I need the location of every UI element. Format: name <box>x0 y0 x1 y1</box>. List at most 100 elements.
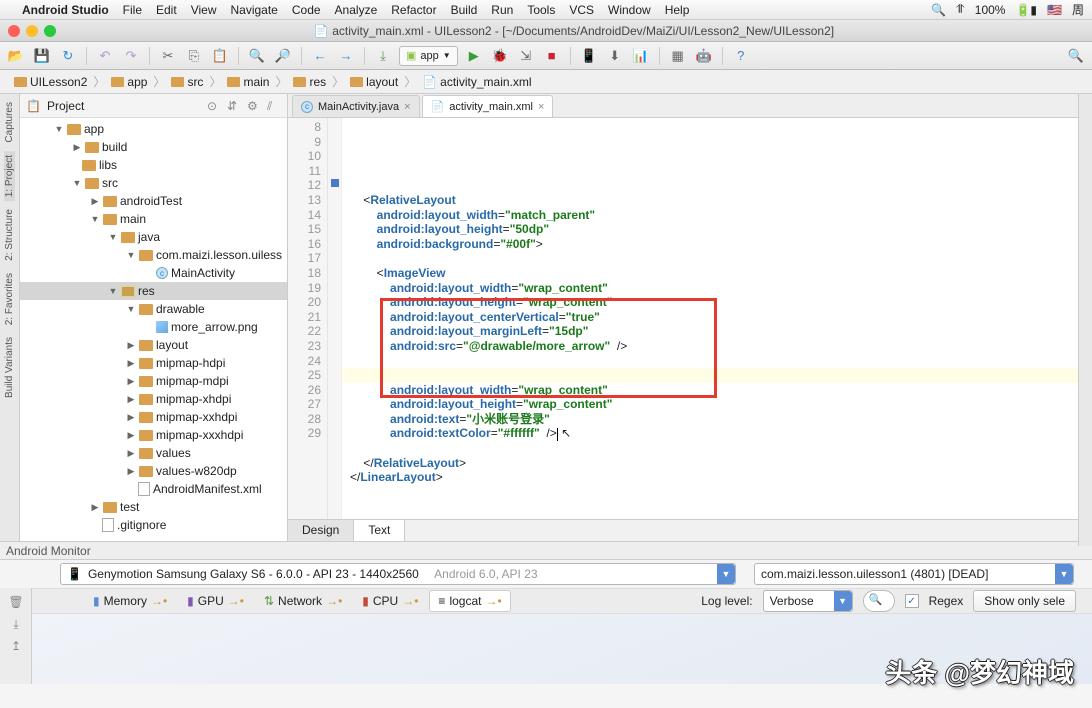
wifi-icon[interactable]: ⥣ <box>956 2 965 17</box>
bc-src[interactable]: src <box>165 75 209 89</box>
tree-more-arrow[interactable]: more_arrow.png <box>171 320 258 334</box>
tree-src[interactable]: src <box>102 176 118 190</box>
menu-tools[interactable]: Tools <box>527 3 555 17</box>
bc-app[interactable]: app <box>105 75 153 89</box>
tree-androidtest[interactable]: androidTest <box>120 194 182 208</box>
tree-mipmap-xhdpi[interactable]: mipmap-xhdpi <box>156 392 231 406</box>
search-icon[interactable]: 🔍 <box>931 3 946 17</box>
run-config-selector[interactable]: ▣ app ▼ <box>399 46 458 66</box>
tree-mainactivity[interactable]: MainActivity <box>171 266 235 280</box>
menu-analyze[interactable]: Analyze <box>335 3 378 17</box>
structure-icon[interactable]: ▦ <box>668 46 688 66</box>
tree-libs[interactable]: libs <box>99 158 117 172</box>
run-button[interactable]: ▶ <box>464 46 484 66</box>
menu-run[interactable]: Run <box>491 3 513 17</box>
tree-mipmap-xxxhdpi[interactable]: mipmap-xxxhdpi <box>156 428 243 442</box>
tree-drawable[interactable]: drawable <box>156 302 205 316</box>
stop-icon[interactable]: ■ <box>542 46 562 66</box>
tree-main[interactable]: main <box>120 212 146 226</box>
tab-text[interactable]: Text <box>354 520 405 541</box>
bc-root[interactable]: UILesson2 <box>8 75 93 89</box>
rail-captures[interactable]: Captures <box>4 98 15 147</box>
forward-icon[interactable]: → <box>336 46 356 66</box>
input-source-icon[interactable]: 🇺🇸 <box>1047 3 1062 17</box>
tree-mipmap-hdpi[interactable]: mipmap-hdpi <box>156 356 225 370</box>
menu-vcs[interactable]: VCS <box>569 3 594 17</box>
tab-mainactivity[interactable]: c MainActivity.java × <box>292 95 420 117</box>
make-icon[interactable]: ⤓ <box>373 46 393 66</box>
tab-cpu[interactable]: ▮CPU →• <box>353 590 427 612</box>
gear-icon[interactable]: ⚙ <box>247 99 261 113</box>
filter-selector[interactable]: Show only sele <box>973 590 1076 612</box>
bc-res[interactable]: res <box>287 75 332 89</box>
tab-memory[interactable]: ▮Memory →• <box>84 590 176 612</box>
cut-icon[interactable]: ✂ <box>158 46 178 66</box>
open-icon[interactable]: 📂 <box>6 46 26 66</box>
monitor-title[interactable]: Android Monitor <box>0 541 1092 560</box>
tree-gitignore[interactable]: .gitignore <box>117 518 166 532</box>
tree-mipmap-xxhdpi[interactable]: mipmap-xxhdpi <box>156 410 237 424</box>
menu-navigate[interactable]: Navigate <box>230 3 277 17</box>
tree-java[interactable]: java <box>138 230 160 244</box>
bc-main[interactable]: main <box>221 75 275 89</box>
rail-project[interactable]: 1: Project <box>4 151 15 201</box>
search-everywhere-icon[interactable]: 🔍 <box>1066 46 1086 66</box>
hide-panel-icon[interactable]: ⫽ <box>267 99 281 113</box>
find-icon[interactable]: 🔍 <box>247 46 267 66</box>
process-selector[interactable]: com.maizi.lesson.uilesson1 (4801) [DEAD]… <box>754 563 1074 585</box>
app-menu[interactable]: Android Studio <box>22 3 109 17</box>
minimize-window-button[interactable] <box>26 25 38 37</box>
collapse-icon[interactable]: ⇵ <box>227 99 241 113</box>
close-icon[interactable]: × <box>404 101 410 113</box>
menu-code[interactable]: Code <box>292 3 321 17</box>
tree-app[interactable]: app <box>84 122 104 136</box>
bc-layout[interactable]: layout <box>344 75 404 89</box>
tree-res[interactable]: res <box>138 284 155 298</box>
tree-manifest[interactable]: AndroidManifest.xml <box>153 482 262 496</box>
breakpoint-marker[interactable] <box>331 179 339 187</box>
scroll-end-icon[interactable]: ⤓ <box>8 616 24 632</box>
menu-edit[interactable]: Edit <box>156 3 177 17</box>
rail-favorites[interactable]: 2: Favorites <box>4 269 15 329</box>
device-selector[interactable]: 📱 Genymotion Samsung Galaxy S6 - 6.0.0 -… <box>60 563 736 585</box>
rail-structure[interactable]: 2: Structure <box>4 205 15 265</box>
wrap-icon[interactable]: ↥ <box>8 638 24 654</box>
bc-file[interactable]: 📄 activity_main.xml <box>416 75 537 89</box>
tab-design[interactable]: Design <box>288 520 354 541</box>
tree-build[interactable]: build <box>102 140 127 154</box>
paste-icon[interactable]: 📋 <box>210 46 230 66</box>
rail-build-variants[interactable]: Build Variants <box>4 333 15 402</box>
sdk-icon[interactable]: ⬇ <box>605 46 625 66</box>
tab-activity-main-xml[interactable]: 📄 activity_main.xml × <box>422 95 554 117</box>
tree-values-w820dp[interactable]: values-w820dp <box>156 464 237 478</box>
monitor-icon[interactable]: 📊 <box>631 46 651 66</box>
log-search-input[interactable] <box>863 590 895 612</box>
menu-build[interactable]: Build <box>451 3 478 17</box>
locate-icon[interactable]: ⊙ <box>207 99 221 113</box>
menu-help[interactable]: Help <box>665 3 690 17</box>
tree-layout[interactable]: layout <box>156 338 188 352</box>
tab-gpu[interactable]: ▮GPU →• <box>178 590 253 612</box>
redo-icon[interactable]: ↷ <box>121 46 141 66</box>
save-icon[interactable]: 💾 <box>32 46 52 66</box>
tree-mipmap-mdpi[interactable]: mipmap-mdpi <box>156 374 229 388</box>
back-icon[interactable]: ← <box>310 46 330 66</box>
trash-icon[interactable]: 🗑 <box>8 594 24 610</box>
code-editor[interactable]: 8910111213141516171819202122232425262728… <box>288 118 1092 519</box>
tab-logcat[interactable]: ≡logcat →• <box>429 590 510 612</box>
tree-package[interactable]: com.maizi.lesson.uiless <box>156 248 282 262</box>
help-icon[interactable]: ? <box>731 46 751 66</box>
close-window-button[interactable] <box>8 25 20 37</box>
sync-icon[interactable]: ↻ <box>58 46 78 66</box>
zoom-window-button[interactable] <box>44 25 56 37</box>
menu-refactor[interactable]: Refactor <box>391 3 436 17</box>
project-scope-icon[interactable]: 📋 <box>26 99 41 113</box>
menu-file[interactable]: File <box>123 3 142 17</box>
undo-icon[interactable]: ↶ <box>95 46 115 66</box>
close-icon[interactable]: × <box>538 101 544 113</box>
tree-test[interactable]: test <box>120 500 139 514</box>
tree-values[interactable]: values <box>156 446 191 460</box>
replace-icon[interactable]: 🔎 <box>273 46 293 66</box>
log-level-selector[interactable]: Verbose▼ <box>763 590 853 612</box>
menu-window[interactable]: Window <box>608 3 651 17</box>
